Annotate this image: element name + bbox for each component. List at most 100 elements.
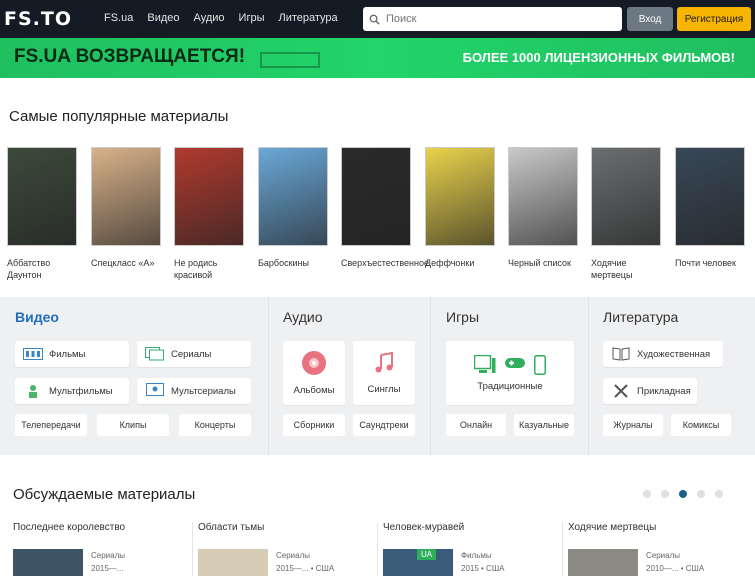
- discussed-item-title[interactable]: Человек-муравей: [383, 522, 563, 533]
- item-separator: [562, 522, 563, 576]
- poster-item[interactable]: Черный список: [508, 147, 578, 269]
- discussed-meta: Фильмы 2015 • США: [461, 549, 505, 575]
- discussed-item[interactable]: Последнее королевство Сериалы 2015—...: [13, 522, 193, 576]
- item-separator: [377, 522, 378, 576]
- video-column: Видео Фильмы Сериалы Мультфильмы Мультсе…: [0, 297, 268, 455]
- link-tv-shows[interactable]: Телепередачи: [15, 414, 87, 436]
- poster-item[interactable]: Не родись красивой: [174, 147, 244, 281]
- poster-image[interactable]: [425, 147, 495, 246]
- register-button[interactable]: Регистрация: [677, 7, 751, 31]
- cartoon-icon: [23, 384, 43, 398]
- poster-image[interactable]: [675, 147, 745, 246]
- carousel-dot[interactable]: [715, 490, 723, 498]
- poster-image[interactable]: [174, 147, 244, 246]
- promo-banner[interactable]: FS.UA ВОЗВРАЩАЕТСЯ! БОЛЕЕ 1000 ЛИЦЕНЗИОН…: [0, 38, 755, 78]
- tile-albums[interactable]: Альбомы: [283, 341, 345, 405]
- tile-fiction-label: Художественная: [637, 348, 711, 360]
- poster-caption[interactable]: Деффчонки: [425, 257, 495, 269]
- discussed-item[interactable]: Области тьмы Сериалы 2015—... • США: [198, 522, 378, 576]
- audio-column: Аудио Альбомы Синглы Сборники Саундтреки: [269, 297, 429, 455]
- carousel-dot-active[interactable]: [679, 490, 687, 498]
- disc-icon: [301, 350, 327, 379]
- discussed-item-title[interactable]: Области тьмы: [198, 522, 378, 533]
- link-clips[interactable]: Клипы: [97, 414, 169, 436]
- discussed-year: 2010—... • США: [646, 564, 705, 573]
- nav-video[interactable]: Видео: [147, 12, 179, 24]
- discussed-item[interactable]: Человек-муравей Фильмы 2015 • США UA: [383, 522, 563, 576]
- poster-image[interactable]: [591, 147, 661, 246]
- login-button[interactable]: Вход: [627, 7, 673, 31]
- poster-image[interactable]: [341, 147, 411, 246]
- games-heading[interactable]: Игры: [446, 309, 479, 325]
- tile-fiction[interactable]: Художественная: [603, 341, 723, 367]
- main-nav: FS.ua Видео Аудио Игры Литература: [104, 12, 338, 24]
- carousel-dot[interactable]: [661, 490, 669, 498]
- carousel-dot[interactable]: [643, 490, 651, 498]
- poster-item[interactable]: Деффчонки: [425, 147, 495, 269]
- tile-cartoons-label: Мультфильмы: [49, 385, 113, 397]
- tile-films[interactable]: Фильмы: [15, 341, 129, 367]
- poster-caption[interactable]: Не родись красивой: [174, 257, 244, 281]
- link-compilations[interactable]: Сборники: [283, 414, 345, 436]
- categories-panel: Видео Фильмы Сериалы Мультфильмы Мультсе…: [0, 297, 755, 455]
- link-concerts[interactable]: Концерты: [179, 414, 251, 436]
- poster-caption[interactable]: Спецкласс «А»: [91, 257, 161, 269]
- discussed-item-title[interactable]: Ходячие мертвецы: [568, 522, 748, 533]
- nav-fsua[interactable]: FS.ua: [104, 12, 133, 24]
- discussed-type: Фильмы: [461, 551, 492, 560]
- tile-applied[interactable]: Прикладная: [603, 378, 697, 404]
- banner-subline: БОЛЕЕ 1000 ЛИЦЕНЗИОННЫХ ФИЛЬМОВ!: [462, 50, 735, 65]
- discussed-item-title[interactable]: Последнее королевство: [13, 522, 193, 533]
- poster-image[interactable]: [91, 147, 161, 246]
- carousel-dot[interactable]: [697, 490, 705, 498]
- top-bar: FS.TO FS.ua Видео Аудио Игры Литература …: [0, 0, 755, 38]
- poster-caption[interactable]: Почти человек: [675, 257, 745, 269]
- link-magazines[interactable]: Журналы: [603, 414, 663, 436]
- poster-item[interactable]: Сверхъестественное: [341, 147, 429, 269]
- tile-cartoons[interactable]: Мультфильмы: [15, 378, 129, 404]
- poster-caption[interactable]: Ходячие мертвецы: [591, 257, 661, 281]
- discussed-year: 2015 • США: [461, 564, 505, 573]
- poster-image[interactable]: [258, 147, 328, 246]
- nav-literature[interactable]: Литература: [278, 12, 337, 24]
- video-heading[interactable]: Видео: [15, 309, 59, 325]
- literature-column: Литература Художественная Прикладная Жур…: [589, 297, 755, 455]
- poster-image[interactable]: [508, 147, 578, 246]
- search-box[interactable]: [363, 7, 622, 31]
- tile-singles-label: Синглы: [367, 384, 401, 395]
- literature-heading[interactable]: Литература: [603, 309, 678, 325]
- poster-caption[interactable]: Барбоскины: [258, 257, 328, 269]
- discussed-thumbnail[interactable]: [13, 549, 83, 576]
- poster-caption[interactable]: Черный список: [508, 257, 578, 269]
- tile-traditional[interactable]: Традиционные: [446, 341, 574, 405]
- nav-audio[interactable]: Аудио: [194, 12, 225, 24]
- games-column: Игры Традиционные Онлайн Казуальные: [431, 297, 587, 455]
- link-comics[interactable]: Комиксы: [671, 414, 731, 436]
- tile-films-label: Фильмы: [49, 348, 86, 360]
- discussed-thumbnail[interactable]: [568, 549, 638, 576]
- discussed-thumbnail[interactable]: [198, 549, 268, 576]
- link-soundtracks[interactable]: Саундтреки: [353, 414, 415, 436]
- discussed-item[interactable]: Ходячие мертвецы Сериалы 2010—... • США: [568, 522, 748, 576]
- poster-item[interactable]: Аббатство Даунтон: [7, 147, 77, 281]
- music-note-icon: [372, 351, 396, 378]
- nav-games[interactable]: Игры: [239, 12, 265, 24]
- tile-applied-label: Прикладная: [637, 385, 691, 397]
- game-devices-icon: [474, 354, 546, 375]
- poster-caption[interactable]: Сверхъестественное: [341, 257, 429, 269]
- tile-singles[interactable]: Синглы: [353, 341, 415, 405]
- tile-cartoon-series[interactable]: Мультсериалы: [137, 378, 251, 404]
- site-logo[interactable]: FS.TO: [4, 8, 72, 30]
- poster-image[interactable]: [7, 147, 77, 246]
- tile-series[interactable]: Сериалы: [137, 341, 251, 367]
- poster-caption[interactable]: Аббатство Даунтон: [7, 257, 77, 281]
- audio-heading[interactable]: Аудио: [283, 309, 323, 325]
- poster-item[interactable]: Ходячие мертвецы: [591, 147, 661, 281]
- link-online[interactable]: Онлайн: [446, 414, 506, 436]
- search-input[interactable]: [386, 13, 606, 25]
- poster-item[interactable]: Барбоскины: [258, 147, 328, 269]
- tools-icon: [611, 384, 631, 398]
- link-casual[interactable]: Казуальные: [514, 414, 574, 436]
- poster-item[interactable]: Спецкласс «А»: [91, 147, 161, 269]
- poster-item[interactable]: Почти человек: [675, 147, 745, 269]
